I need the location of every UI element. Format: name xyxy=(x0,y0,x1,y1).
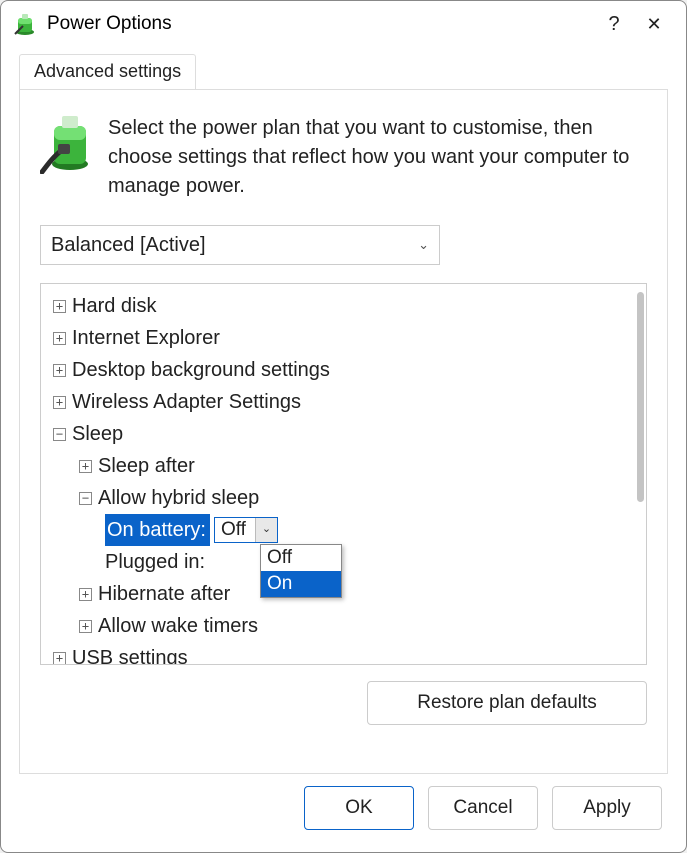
restore-row: Restore plan defaults xyxy=(40,681,647,725)
on-battery-combo[interactable]: Off ⌄ xyxy=(214,517,278,543)
tree-label: Allow wake timers xyxy=(98,610,258,642)
tab-advanced-settings[interactable]: Advanced settings xyxy=(19,54,196,90)
tree-item-internet-explorer[interactable]: + Internet Explorer xyxy=(45,322,642,354)
expand-icon[interactable]: + xyxy=(53,300,66,313)
intro-text: Select the power plan that you want to c… xyxy=(108,114,647,201)
power-plan-value: Balanced [Active] xyxy=(51,234,206,257)
ok-button[interactable]: OK xyxy=(304,786,414,830)
settings-tree[interactable]: + Hard disk + Internet Explorer + Deskto… xyxy=(40,283,647,665)
tree-label: Plugged in: xyxy=(105,546,205,578)
tabstrip: Advanced settings xyxy=(19,53,686,89)
apply-button[interactable]: Apply xyxy=(552,786,662,830)
tree-label: Hard disk xyxy=(72,290,156,322)
restore-plan-defaults-button[interactable]: Restore plan defaults xyxy=(367,681,647,725)
tree-item-usb-settings[interactable]: + USB settings xyxy=(45,642,642,665)
tree-label: Sleep xyxy=(72,418,123,450)
expand-icon[interactable]: + xyxy=(53,396,66,409)
power-plan-select[interactable]: Balanced [Active] ⌄ xyxy=(40,225,440,265)
expand-icon[interactable]: + xyxy=(79,588,92,601)
tab-panel: Select the power plan that you want to c… xyxy=(19,89,668,774)
tree-item-plugged-in[interactable]: Plugged in: xyxy=(45,546,642,578)
chevron-down-icon: ⌄ xyxy=(418,237,429,253)
close-button[interactable]: ✕ xyxy=(634,14,674,35)
on-battery-dropdown[interactable]: Off On xyxy=(260,544,342,598)
battery-plug-icon xyxy=(40,114,92,174)
chevron-down-icon[interactable]: ⌄ xyxy=(255,518,277,542)
dropdown-option-on[interactable]: On xyxy=(261,571,341,597)
tree-item-on-battery[interactable]: On battery: Off ⌄ xyxy=(45,514,642,546)
expand-icon[interactable]: + xyxy=(53,364,66,377)
scrollbar-thumb[interactable] xyxy=(637,292,644,502)
tree-item-wireless-adapter[interactable]: + Wireless Adapter Settings xyxy=(45,386,642,418)
titlebar: Power Options ? ✕ xyxy=(1,1,686,47)
tree-body: + Hard disk + Internet Explorer + Deskto… xyxy=(41,284,646,665)
expand-icon[interactable]: + xyxy=(79,620,92,633)
expand-icon[interactable]: + xyxy=(79,460,92,473)
tree-item-allow-hybrid-sleep[interactable]: − Allow hybrid sleep xyxy=(45,482,642,514)
expand-icon[interactable]: + xyxy=(53,332,66,345)
dialog-footer: OK Cancel Apply xyxy=(1,786,686,852)
intro-row: Select the power plan that you want to c… xyxy=(40,114,647,201)
tree-item-sleep-after[interactable]: + Sleep after xyxy=(45,450,642,482)
window-title: Power Options xyxy=(47,13,594,35)
tree-label: Allow hybrid sleep xyxy=(98,482,259,514)
tree-label: Hibernate after xyxy=(98,578,230,610)
tree-label: Wireless Adapter Settings xyxy=(72,386,301,418)
tree-label-selected: On battery: xyxy=(105,514,210,546)
tree-label: Desktop background settings xyxy=(72,354,330,386)
tree-item-desktop-background[interactable]: + Desktop background settings xyxy=(45,354,642,386)
tree-item-hard-disk[interactable]: + Hard disk xyxy=(45,290,642,322)
collapse-icon[interactable]: − xyxy=(79,492,92,505)
tree-item-sleep[interactable]: − Sleep xyxy=(45,418,642,450)
expand-icon[interactable]: + xyxy=(53,652,66,665)
collapse-icon[interactable]: − xyxy=(53,428,66,441)
tree-item-allow-wake-timers[interactable]: + Allow wake timers xyxy=(45,610,642,642)
cancel-button[interactable]: Cancel xyxy=(428,786,538,830)
power-options-window: Power Options ? ✕ Advanced settings Sele… xyxy=(0,0,687,853)
battery-plug-icon xyxy=(13,12,37,36)
dropdown-option-off[interactable]: Off xyxy=(261,545,341,571)
tree-label: USB settings xyxy=(72,642,188,665)
help-button[interactable]: ? xyxy=(594,13,634,36)
combo-value: Off xyxy=(215,515,255,545)
tree-label: Sleep after xyxy=(98,450,195,482)
tree-label: Internet Explorer xyxy=(72,322,220,354)
tree-item-hibernate-after[interactable]: + Hibernate after xyxy=(45,578,642,610)
